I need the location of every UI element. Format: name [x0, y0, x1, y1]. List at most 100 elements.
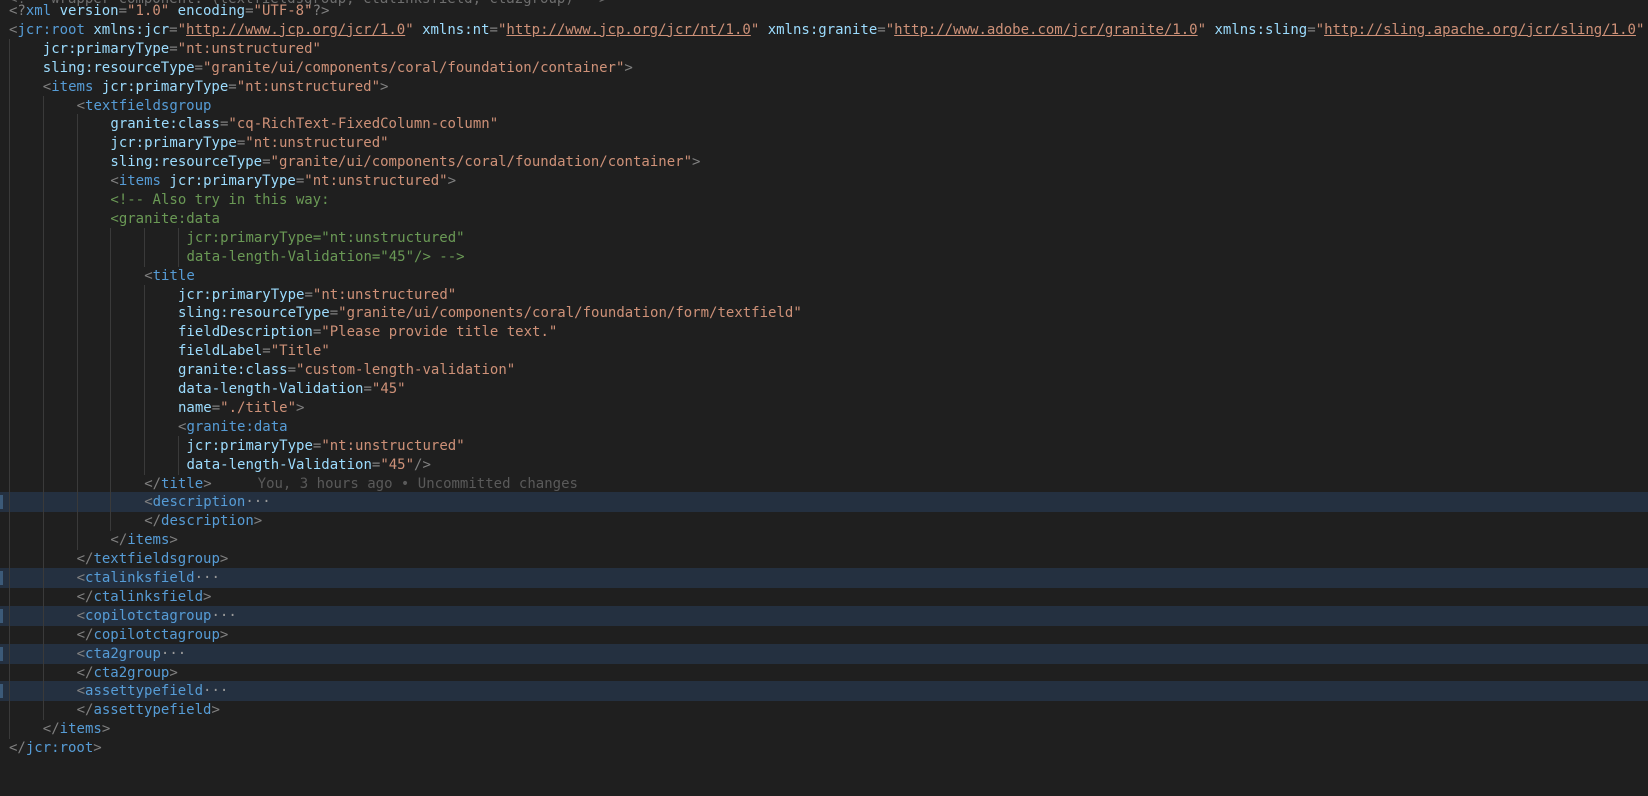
line-code: granite:class="cq-RichText-FixedColumn-c…	[110, 116, 499, 133]
folded-group-line[interactable]: <assettypefield···	[0, 681, 1648, 702]
fold-ellipsis: ···	[160, 645, 187, 662]
tag-name: textfieldsgroup	[93, 551, 220, 568]
indent-guide	[110, 341, 112, 362]
indent-guide	[9, 719, 10, 740]
tag-name: description	[152, 494, 246, 511]
description-folded-line[interactable]: <description···	[0, 492, 1648, 513]
root-open-line[interactable]: <jcr:root xmlns:jcr="http://www.jcp.org/…	[0, 20, 1648, 40]
textfieldsgroup-open-line[interactable]: <textfieldsgroup	[0, 95, 1648, 116]
code-line[interactable]: jcr:primaryType="nt:unstructured"	[0, 435, 1648, 456]
comment-text: jcr:primaryType="nt:unstructured"	[186, 229, 465, 246]
attribute-value: granite/ui/components/coral/foundation/c…	[278, 154, 684, 171]
namespace-attr: xmlns:jcr	[93, 21, 170, 38]
textfieldsgroup-close-line[interactable]: </textfieldsgroup>	[0, 549, 1648, 570]
title-open-line[interactable]: <title	[0, 265, 1648, 286]
attribute-name: granite:class	[178, 362, 288, 379]
indent-guide	[9, 397, 10, 418]
indent-guide	[9, 586, 10, 607]
attribute-value: nt:unstructured	[329, 437, 457, 454]
granite-data-line[interactable]: <granite:data	[0, 416, 1648, 437]
code-line[interactable]: data-length-Validation="45"/>	[0, 454, 1648, 475]
attribute-value: granite/ui/components/coral/foundation/c…	[211, 59, 616, 76]
indent-guide	[110, 246, 112, 267]
comment-line[interactable]: jcr:primaryType="nt:unstructured"	[0, 227, 1648, 248]
tag-name: cta2group	[85, 645, 161, 662]
line-code: <granite:data	[110, 209, 220, 229]
indent-guide	[42, 643, 44, 664]
indent-guide	[9, 133, 10, 154]
title-attr-line[interactable]: name="./title">	[0, 397, 1648, 418]
root-attr-line[interactable]: sling:resourceType="granite/ui/component…	[0, 57, 1648, 78]
namespace-link[interactable]: http://www.adobe.com/jcr/granite/1.0	[894, 22, 1197, 38]
indent-guide	[42, 473, 44, 494]
line-code: </items>	[42, 721, 111, 738]
folded-group-line[interactable]: <ctalinksfield···	[0, 568, 1648, 588]
line-code: </items>	[110, 532, 178, 549]
folded-group-line[interactable]: <copilotctagroup···	[0, 605, 1648, 626]
line-code: <items jcr:primaryType="nt:unstructured"…	[110, 173, 457, 190]
root-attr-line[interactable]: jcr:primaryType="nt:unstructured"	[0, 38, 1648, 59]
indent-guide	[76, 511, 78, 532]
description-close-line[interactable]: </description>	[0, 511, 1648, 532]
tag-name: items	[59, 721, 102, 738]
attribute-value: Please provide title text.	[329, 324, 549, 341]
xml-declaration-line[interactable]: <?xml version="1.0" encoding="UTF-8"?>	[0, 1, 1648, 21]
tag-name: ctalinksfield	[93, 588, 204, 605]
line-code: <title	[144, 267, 195, 284]
items-open-line[interactable]: <items jcr:primaryType="nt:unstructured"…	[0, 76, 1648, 97]
namespace-link[interactable]: http://www.jcp.org/jcr/nt/1.0	[506, 22, 750, 38]
indent-guide	[42, 530, 44, 551]
namespace-link[interactable]: http://www.jcp.org/jcr/1.0	[186, 22, 405, 38]
indent-guide	[110, 265, 112, 286]
items-open-line[interactable]: <items jcr:primaryType="nt:unstructured"…	[0, 171, 1648, 192]
comment-line[interactable]: <!-- Also try in this way:	[0, 190, 1648, 210]
items-close-line[interactable]: </items>	[0, 719, 1648, 740]
indent-guide	[9, 492, 10, 513]
indent-guide	[9, 473, 10, 494]
line-code: <description···	[144, 494, 271, 511]
line-code: <jcr:root xmlns:jcr="http://www.jcp.org/…	[9, 21, 1645, 38]
attribute-name: sling:resourceType	[178, 305, 330, 322]
folded-group-close-line[interactable]: </copilotctagroup>	[0, 624, 1648, 645]
title-attr-line[interactable]: sling:resourceType="granite/ui/component…	[0, 303, 1648, 324]
indent-guide	[9, 227, 10, 248]
comment-line[interactable]: data-length-Validation="45"/> -->	[0, 246, 1648, 267]
indent-guide	[110, 511, 112, 532]
indent-guide	[9, 95, 10, 116]
title-close-line[interactable]: </title> You, 3 hours ago • Uncommitted c…	[0, 473, 1648, 494]
indent-guide	[144, 360, 146, 381]
title-attr-line[interactable]: fieldDescription="Please provide title t…	[0, 322, 1648, 343]
indent-guide	[178, 435, 179, 456]
indent-guide	[9, 605, 10, 626]
comment-line[interactable]: <granite:data	[0, 208, 1648, 229]
title-attr-line[interactable]: data-length-Validation="45"	[0, 379, 1648, 399]
title-attr-line[interactable]: granite:class="custom-length-validation"	[0, 360, 1648, 381]
folded-group-close-line[interactable]: </ctalinksfield>	[0, 586, 1648, 607]
title-attr-line[interactable]: jcr:primaryType="nt:unstructured"	[0, 284, 1648, 305]
root-tag-name: jcr:root	[17, 21, 85, 38]
indent-guide	[42, 265, 44, 286]
line-code: </copilotctagroup>	[76, 626, 229, 643]
fold-ellipsis: ···	[203, 683, 229, 700]
code-line[interactable]: granite:class="cq-RichText-FixedColumn-c…	[0, 114, 1648, 135]
code-line[interactable]: jcr:primaryType="nt:unstructured"	[0, 133, 1648, 154]
attribute-name: encoding	[177, 3, 246, 19]
code-line[interactable]: sling:resourceType="granite/ui/component…	[0, 152, 1648, 173]
indent-guide	[42, 360, 44, 381]
line-code: fieldLabel="Title"	[178, 343, 330, 360]
attribute-value: cq-RichText-FixedColumn-column	[236, 116, 490, 133]
folded-group-close-line[interactable]: </cta2group>	[0, 662, 1648, 683]
root-close-line[interactable]: </jcr:root>	[0, 738, 1648, 758]
line-code: <assettypefield···	[76, 683, 229, 700]
indent-guide	[144, 322, 146, 343]
code-editor[interactable]: <!-- wrapper component: (textfieldsgroup…	[0, 0, 1648, 796]
line-code: <!-- Also try in this way:	[110, 190, 329, 210]
indent-guide	[9, 700, 10, 721]
items-close-line[interactable]: </items>	[0, 530, 1648, 551]
indent-guide	[42, 379, 44, 399]
title-attr-line[interactable]: fieldLabel="Title"	[0, 341, 1648, 362]
folded-group-close-line[interactable]: </assettypefield>	[0, 700, 1648, 721]
folded-group-line[interactable]: <cta2group···	[0, 643, 1648, 664]
attribute-value: Title	[279, 343, 322, 360]
namespace-link[interactable]: http://sling.apache.org/jcr/sling/1.0	[1324, 22, 1636, 38]
